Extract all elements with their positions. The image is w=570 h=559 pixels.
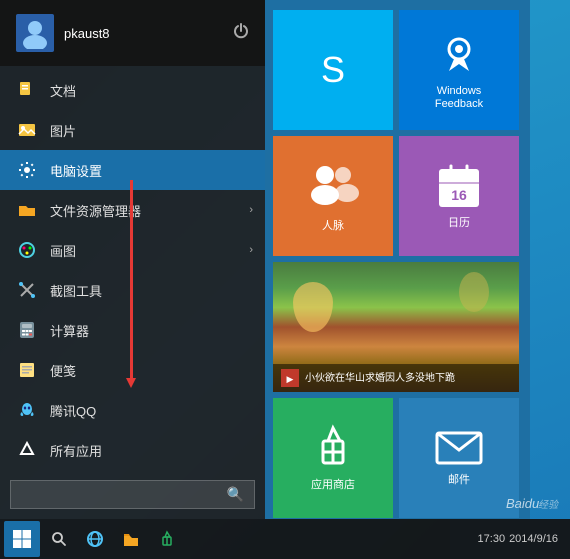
svg-text:▶: ▶ (287, 374, 294, 384)
folder-icon (16, 199, 38, 221)
tile-windows-feedback[interactable]: Windows Feedback (399, 10, 519, 130)
search-bar: 🔍 (10, 480, 255, 509)
tray-time: 17:30 (478, 533, 506, 545)
menu-item-documents[interactable]: 文档 (0, 70, 265, 110)
skype-icon: S (305, 42, 361, 98)
taskbar-search-button[interactable] (42, 522, 76, 556)
news-icon: ▶ (281, 369, 299, 387)
search-icon[interactable]: 🔍 (227, 486, 244, 503)
mail-icon (434, 428, 484, 468)
menu-item-fileexplorer-label: 文件资源管理器 (50, 201, 141, 220)
calc-icon (16, 319, 38, 341)
calendar-icon: 16 (434, 161, 484, 211)
tile-people-label: 人脉 (322, 220, 344, 233)
menu-item-documents-label: 文档 (50, 81, 76, 100)
tray-date: 2014/9/16 (509, 533, 558, 545)
desktop: pkaust8 文档 (0, 0, 570, 559)
news-overlay: ▶ 小伙欲在华山求婚因人多没地下跪 (273, 364, 519, 392)
tile-store-label: 应用商店 (311, 479, 355, 492)
picture-icon (16, 119, 38, 141)
tile-calendar-label: 日历 (448, 217, 470, 230)
ie-icon (86, 530, 104, 548)
menu-item-qq[interactable]: 腾讯QQ (0, 390, 265, 430)
document-icon (16, 79, 38, 101)
baidu-watermark: Baidu 经验 (506, 494, 566, 515)
explorer-icon (122, 530, 140, 548)
arrow-right-icon2: › (249, 244, 253, 256)
store-icon (308, 423, 358, 473)
user-info: pkaust8 (16, 14, 110, 52)
svg-text:经验: 经验 (538, 499, 560, 511)
windows-logo-icon (12, 529, 32, 549)
taskbar-tray: 17:30 2014/9/16 (478, 533, 566, 545)
taskbar-explorer-button[interactable] (114, 522, 148, 556)
tile-feedback-label: Windows Feedback (435, 85, 483, 111)
all-apps-icon (16, 439, 38, 461)
tile-people[interactable]: 人脉 (273, 136, 393, 256)
menu-item-pcsettings-label: 电脑设置 (50, 161, 102, 180)
settings-icon (16, 159, 38, 181)
menu-item-calculator-label: 计算器 (50, 321, 89, 340)
menu-item-notepad-label: 便笺 (50, 361, 76, 380)
taskbar-search-icon (51, 531, 67, 547)
menu-item-allapps-label: 所有应用 (50, 441, 102, 460)
svg-text:16: 16 (451, 187, 467, 203)
snipping-icon (16, 279, 38, 301)
username: pkaust8 (64, 26, 110, 41)
menu-item-qq-label: 腾讯QQ (50, 401, 96, 420)
taskbar-ie-button[interactable] (78, 522, 112, 556)
tiles-panel: S Windows Feedback (265, 0, 530, 519)
start-menu: pkaust8 文档 (0, 0, 530, 519)
svg-text:Baidu: Baidu (506, 496, 539, 511)
people-icon (303, 159, 363, 214)
paint-icon (16, 239, 38, 261)
notepad-icon (16, 359, 38, 381)
search-input[interactable] (21, 487, 227, 502)
tile-skype[interactable]: S (273, 10, 393, 130)
tile-mail-label: 邮件 (448, 474, 470, 487)
tile-store[interactable]: 应用商店 (273, 398, 393, 518)
start-button[interactable] (4, 521, 40, 557)
arrow-right-icon: › (249, 204, 253, 216)
tile-calendar[interactable]: 16 日历 (399, 136, 519, 256)
svg-text:S: S (321, 49, 345, 90)
user-header: pkaust8 (0, 0, 265, 66)
qq-icon (16, 399, 38, 421)
avatar[interactable] (16, 14, 54, 52)
menu-item-pictures-label: 图片 (50, 121, 76, 140)
menu-item-snipping-label: 截图工具 (50, 281, 102, 300)
power-button[interactable] (233, 23, 249, 44)
red-arrow-indicator (130, 180, 133, 380)
taskbar-store-icon (158, 530, 176, 548)
menu-item-allapps[interactable]: 所有应用 (0, 430, 265, 470)
tile-mail[interactable]: 邮件 (399, 398, 519, 518)
menu-item-pictures[interactable]: 图片 (0, 110, 265, 150)
feedback-icon (434, 29, 484, 79)
taskbar: 17:30 2014/9/16 (0, 519, 570, 559)
taskbar-store-button[interactable] (150, 522, 184, 556)
tile-news-text: 小伙欲在华山求婚因人多没地下跪 (305, 372, 455, 385)
tile-news[interactable]: ▶ 小伙欲在华山求婚因人多没地下跪 (273, 262, 519, 392)
menu-item-paint-label: 画图 (50, 241, 76, 260)
